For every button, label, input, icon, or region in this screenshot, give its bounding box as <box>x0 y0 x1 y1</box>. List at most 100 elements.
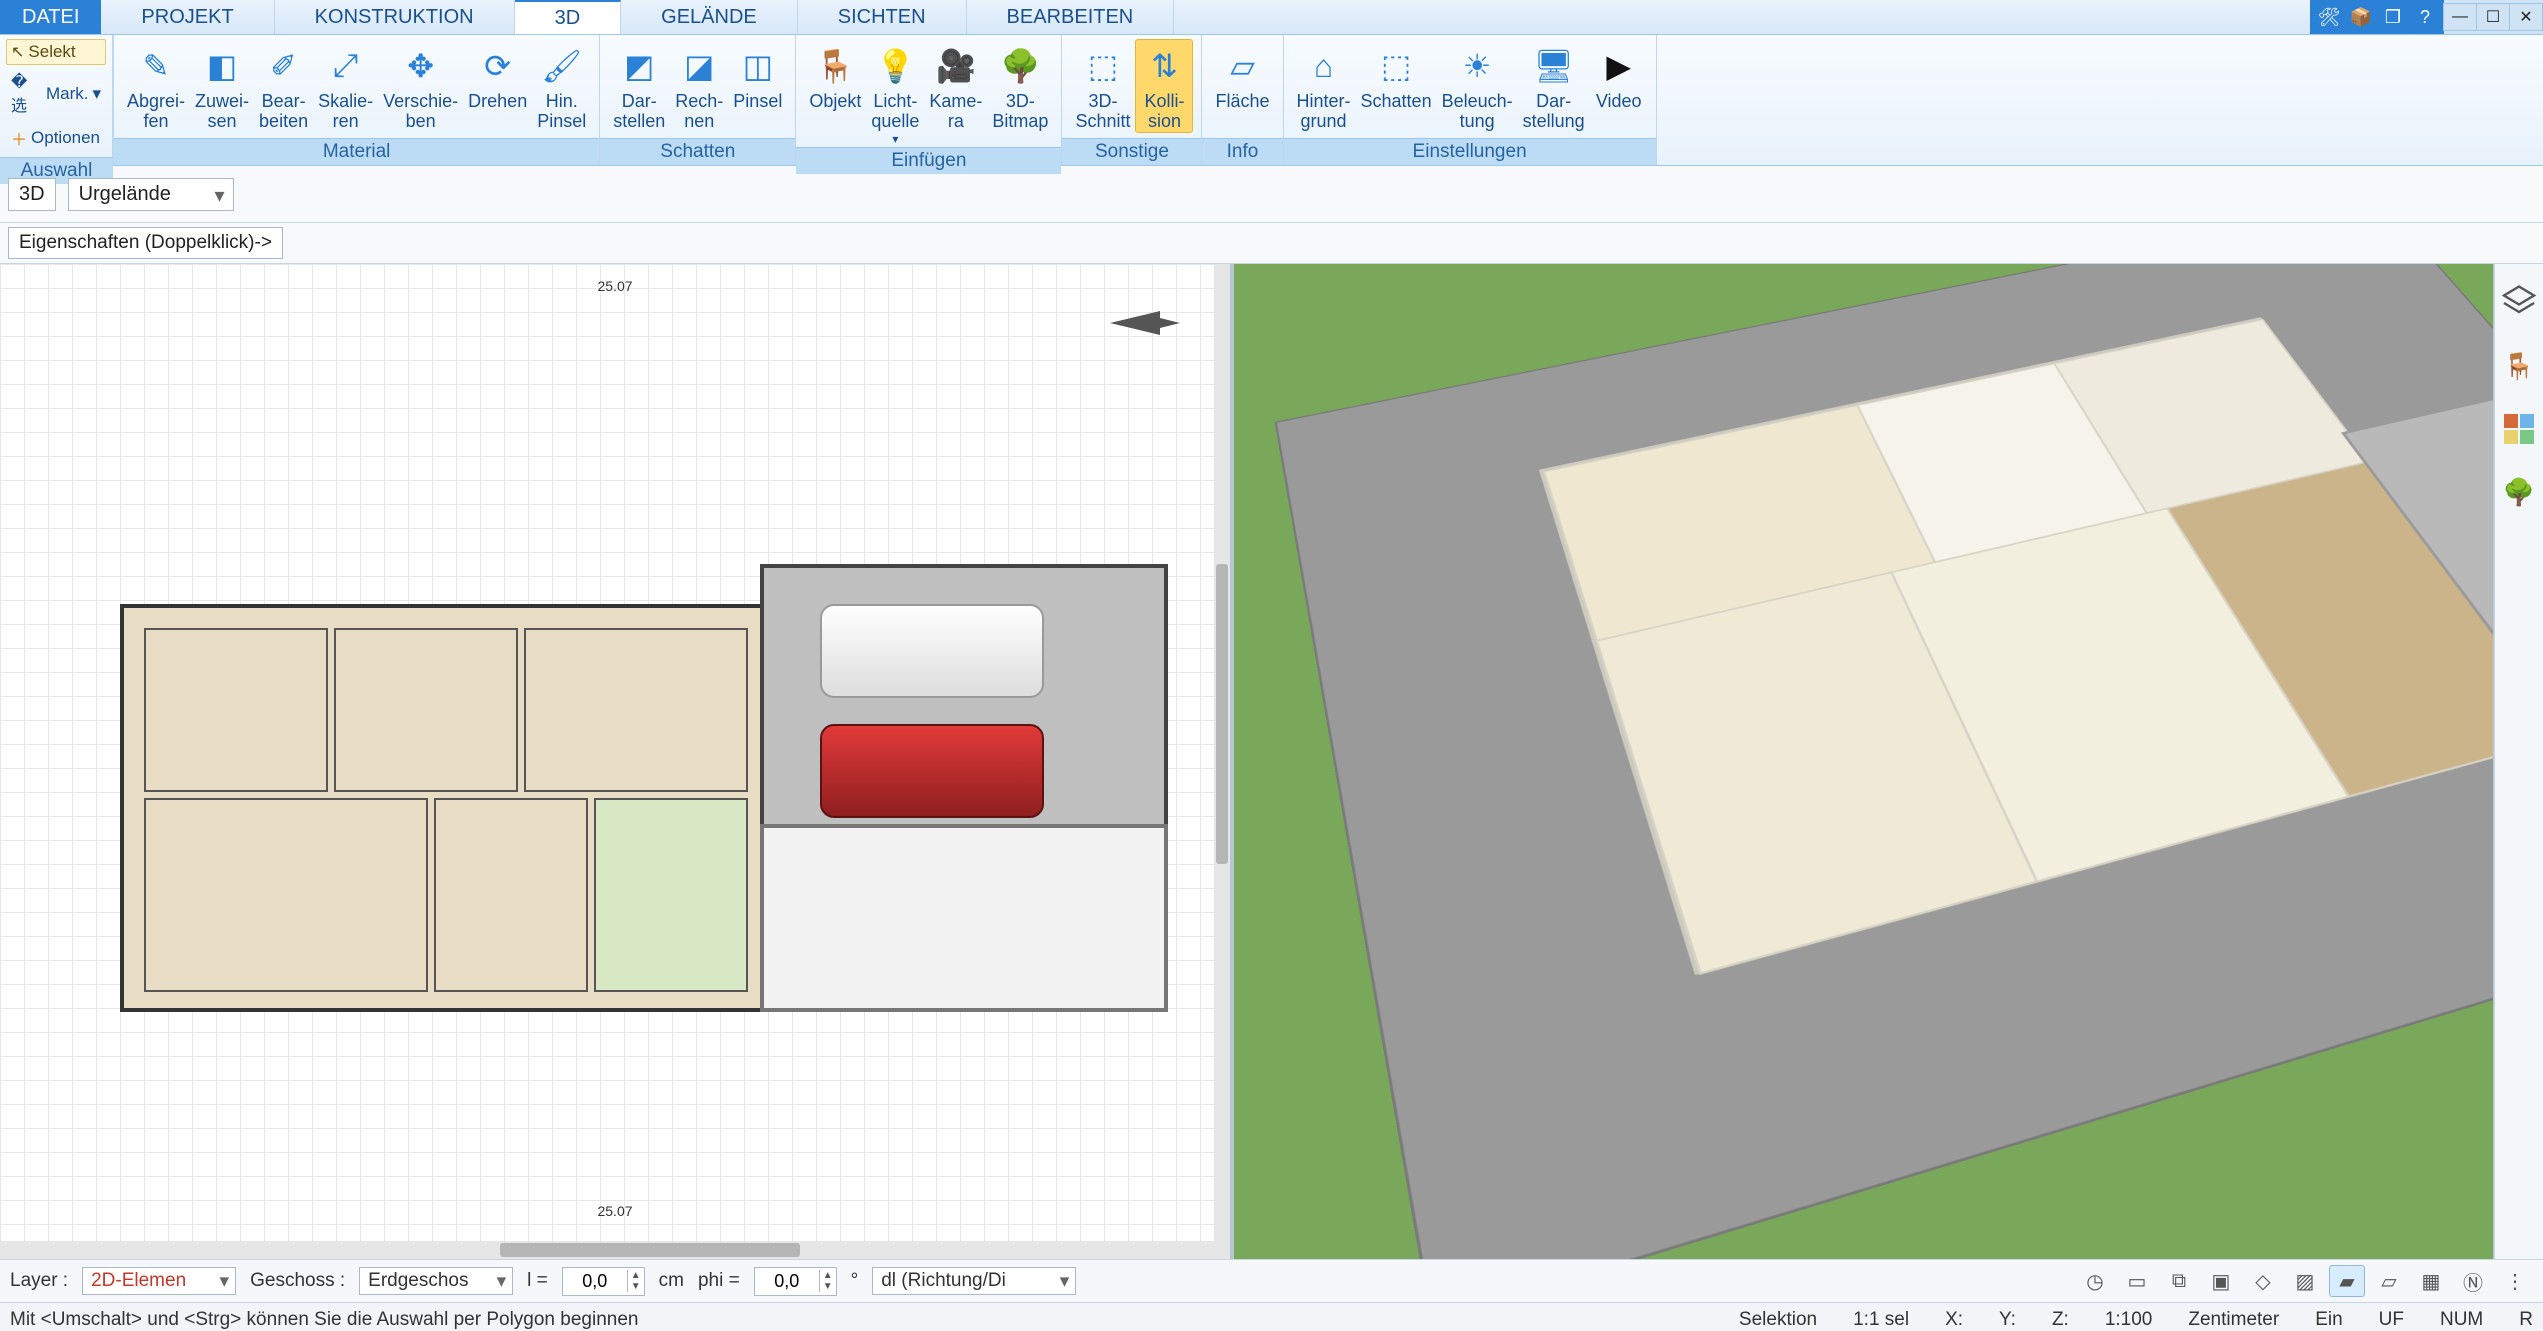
pane-3d-view[interactable] <box>1234 264 2494 1259</box>
btn-3d-schnitt[interactable]: ⬚ 3D- Schnitt <box>1070 39 1135 133</box>
status-y: Y: <box>1999 1309 2016 1331</box>
btn-video[interactable]: ▶ Video <box>1590 39 1648 113</box>
ribbon: ↖ Selekt �选 Mark. ▾ ＋ Optionen Auswahl ✎ <box>0 35 2543 166</box>
section-icon: ⬚ <box>1081 44 1125 88</box>
menu-tab-gelaende[interactable]: GELÄNDE <box>621 0 798 34</box>
phi-input[interactable] <box>755 1268 819 1295</box>
btn-kamera[interactable]: 🎥 Kame- ra <box>924 39 987 133</box>
pane-2d-floorplan[interactable]: 25.07 25.07 <box>0 264 1234 1259</box>
group-caption-einstellungen: Einstellungen <box>1284 138 1656 165</box>
dl-select[interactable]: dl (Richtung/Di <box>872 1267 1076 1295</box>
scale-icon: ⤢ <box>324 44 368 88</box>
l-spinner[interactable]: ▲▼ <box>627 1270 644 1292</box>
minimize-icon[interactable]: — <box>2443 3 2477 31</box>
btn-schatten[interactable]: ⬚ Schatten <box>1356 39 1437 113</box>
btn-zuweisen[interactable]: ◧ Zuwei- sen <box>190 39 254 133</box>
btn-hin-pinsel[interactable]: 🖌 Hin. Pinsel <box>532 39 591 133</box>
btn-rechnen[interactable]: ◪ Rech- nen <box>670 39 728 133</box>
menu-tab-3d[interactable]: 3D <box>515 0 622 34</box>
btn-kollision[interactable]: ⇅ Kolli- sion <box>1135 39 1193 133</box>
layers-icon[interactable] <box>2501 282 2537 318</box>
l-label: l = <box>527 1270 548 1292</box>
diamond-icon[interactable]: ◇ <box>2245 1265 2281 1297</box>
terrain-select[interactable]: Urgelände <box>68 178 234 211</box>
clock-icon[interactable]: ◷ <box>2077 1265 2113 1297</box>
status-bar: Mit <Umschalt> und <Strg> können Sie die… <box>0 1302 2543 1331</box>
phi-spinner[interactable]: ▲▼ <box>819 1270 836 1292</box>
play-icon: ▶ <box>1597 44 1641 88</box>
btn-hintergrund[interactable]: ⌂ Hinter- grund <box>1292 39 1356 133</box>
hatch-icon[interactable]: ▨ <box>2287 1265 2323 1297</box>
slab-icon[interactable]: ▰ <box>2329 1265 2365 1297</box>
background-icon: ⌂ <box>1302 44 1346 88</box>
lighting-icon: ☀ <box>1455 44 1499 88</box>
btn-abgreifen[interactable]: ✎ Abgrei- fen <box>122 39 190 133</box>
btn-bearbeiten[interactable]: ✐ Bear- beiten <box>254 39 313 133</box>
lightbulb-icon: 💡 <box>873 44 917 88</box>
dim-overall-top: 25.07 <box>597 278 632 294</box>
menu-tab-sichten[interactable]: SICHTEN <box>798 0 967 34</box>
btn-verschieben[interactable]: ✥ Verschie- ben <box>378 39 463 133</box>
btn-3d-bitmap[interactable]: 🌳 3D- Bitmap <box>987 39 1053 133</box>
mark-button[interactable]: �选 Mark. ▾ <box>6 69 106 119</box>
btn-pinsel[interactable]: ◫ Pinsel <box>728 39 787 113</box>
btn-lichtquelle[interactable]: 💡 Licht- quelle ▾ <box>866 39 924 147</box>
scrollbar-vertical-2d[interactable] <box>1214 264 1230 1241</box>
btn-skalieren[interactable]: ⤢ Skalie- ren <box>313 39 378 133</box>
tools-icon[interactable]: 🛠 <box>2316 4 2342 30</box>
tree-side-icon[interactable]: 🌳 <box>2501 474 2537 510</box>
side-tool-strip: 🪑 🌳 <box>2494 264 2543 1259</box>
close-icon[interactable]: ✕ <box>2509 3 2543 31</box>
marker-icon: �选 <box>11 72 42 116</box>
plan-room <box>334 628 518 792</box>
menu-tab-projekt[interactable]: PROJEKT <box>101 0 274 34</box>
context-bar: 3D Urgelände <box>0 166 2543 223</box>
maximize-icon[interactable]: ☐ <box>2476 3 2510 31</box>
more-icon[interactable]: ⋮ <box>2497 1265 2533 1297</box>
phi-label: phi = <box>698 1270 740 1292</box>
grid-icon[interactable]: ▦ <box>2413 1265 2449 1297</box>
menu-tab-bearbeiten[interactable]: BEARBEITEN <box>967 0 1175 34</box>
north-icon[interactable]: Ⓝ <box>2455 1265 2491 1297</box>
btn-flaeche[interactable]: ▱ Fläche <box>1210 39 1274 113</box>
selekt-button[interactable]: ↖ Selekt <box>6 39 106 65</box>
btn-drehen[interactable]: ⟳ Drehen <box>463 39 532 113</box>
scroll-thumb-v[interactable] <box>1216 564 1228 864</box>
furniture-icon[interactable]: 🪑 <box>2501 348 2537 384</box>
ribbon-group-auswahl: ↖ Selekt �选 Mark. ▾ ＋ Optionen Auswahl <box>0 35 114 165</box>
geschoss-select[interactable]: Erdgeschos <box>359 1267 513 1295</box>
cube-shadow-icon: ◪ <box>677 44 721 88</box>
status-num: NUM <box>2440 1309 2483 1331</box>
color-swatch-icon[interactable] <box>2504 414 2534 444</box>
l-input[interactable] <box>563 1268 627 1295</box>
btn-objekt[interactable]: 🪑 Objekt <box>804 39 866 113</box>
auswahl-column: ↖ Selekt �选 Mark. ▾ ＋ Optionen <box>0 35 113 157</box>
scrollbar-horizontal-2d[interactable] <box>0 1241 1230 1259</box>
window-icon[interactable]: ❐ <box>2380 4 2406 30</box>
layer-select[interactable]: 2D-Elemen <box>82 1267 236 1295</box>
btn-darstellung[interactable]: 🖥 Dar- stellung <box>1518 39 1590 133</box>
shadow-brush-icon: ◫ <box>736 44 780 88</box>
optionen-button[interactable]: ＋ Optionen <box>6 123 106 153</box>
overlap-icon[interactable]: ⧉ <box>2161 1265 2197 1297</box>
menu-tab-konstruktion[interactable]: KONSTRUKTION <box>275 0 515 34</box>
package-icon[interactable]: 📦 <box>2348 4 2374 30</box>
eyedropper-icon: ✎ <box>134 44 178 88</box>
stack-icon[interactable]: ▣ <box>2203 1265 2239 1297</box>
menu-tab-datei[interactable]: DATEI <box>0 0 101 34</box>
window-controls: — ☐ ✕ <box>2444 0 2543 34</box>
mode-3d-chip[interactable]: 3D <box>8 178 56 211</box>
rotate-icon: ⟳ <box>476 44 520 88</box>
btn-darstellen[interactable]: ◩ Dar- stellen <box>608 39 670 133</box>
group-caption-sonstige: Sonstige <box>1062 138 1201 165</box>
selekt-label: Selekt <box>28 42 75 62</box>
parallelogram-icon[interactable]: ▱ <box>2371 1265 2407 1297</box>
group-caption-einfuegen: Einfügen <box>796 147 1061 174</box>
btn-beleuchtung[interactable]: ☀ Beleuch- tung <box>1437 39 1518 133</box>
screen-icon[interactable]: ▭ <box>2119 1265 2155 1297</box>
north-arrow-icon <box>1110 306 1180 340</box>
status-sel: 1:1 sel <box>1853 1309 1909 1331</box>
scroll-thumb-h[interactable] <box>500 1243 800 1257</box>
help-icon[interactable]: ? <box>2412 4 2438 30</box>
properties-hint-chip[interactable]: Eigenschaften (Doppelklick)-> <box>8 227 283 259</box>
